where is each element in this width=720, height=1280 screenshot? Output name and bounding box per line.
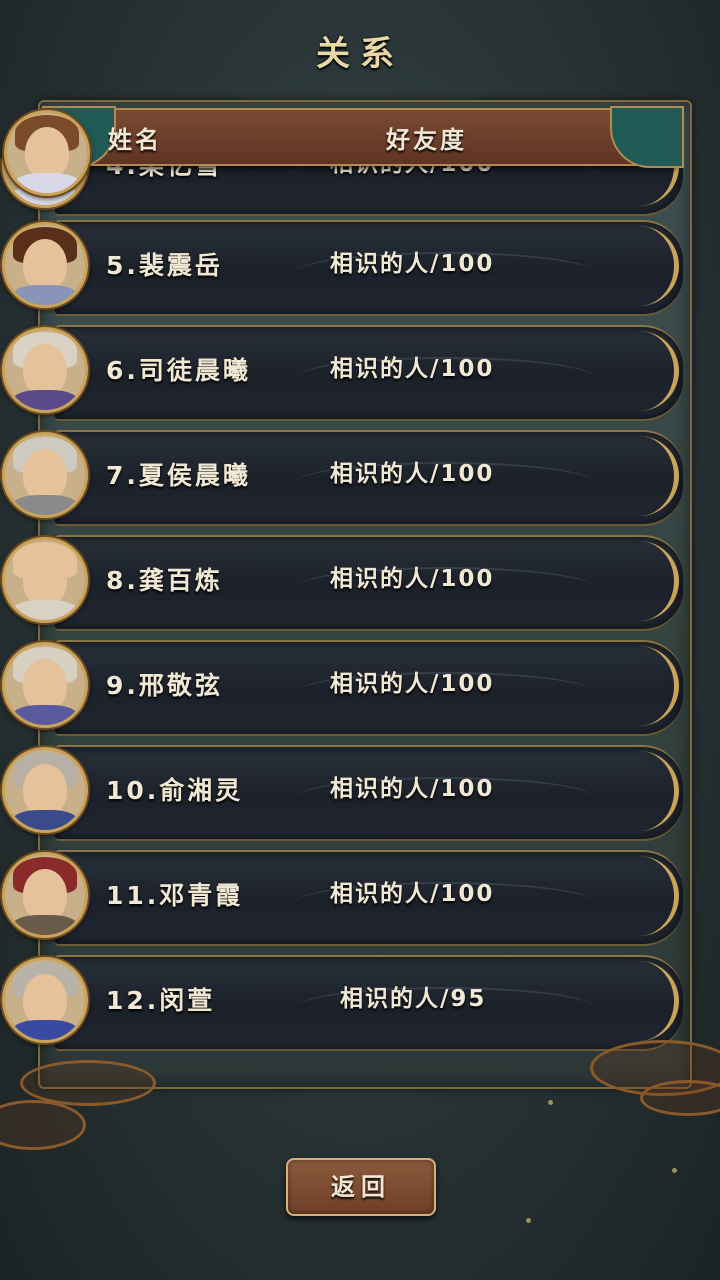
list-header: 姓名 好友度: [42, 106, 684, 168]
list-item[interactable]: 4.梁忆雪 相识的人/100: [0, 158, 720, 216]
cloth: [11, 1020, 79, 1040]
cloud-ornament-right-2: [640, 1080, 720, 1116]
character-name: 8.龚百炼: [106, 566, 223, 595]
character-name: 5.裴震岳: [106, 251, 223, 280]
cloth: [11, 390, 79, 410]
back-button[interactable]: 返回: [286, 1158, 436, 1216]
cloth: [11, 810, 79, 830]
friendship-value: 相识的人/100: [330, 566, 495, 592]
cloud-ornament-left: [20, 1060, 156, 1106]
sparkle: [526, 1218, 531, 1223]
column-header-name: 姓名: [108, 126, 162, 154]
list-item[interactable]: 10.俞湘灵 相识的人/100: [0, 741, 720, 841]
cloth: [11, 915, 79, 935]
list-item[interactable]: 11.邓青霞 相识的人/100: [0, 846, 720, 946]
friendship-value: 相识的人/100: [330, 671, 495, 697]
character-name: 6.司徒晨曦: [106, 356, 251, 385]
portrait-avatar: [2, 852, 88, 938]
character-list[interactable]: 4.梁忆雪 相识的人/100 5.裴震岳 相识的人/100 6.司徒晨曦 相识的…: [0, 158, 720, 1058]
friendship-value: 相识的人/100: [330, 251, 495, 277]
column-header-friendship: 好友度: [386, 126, 467, 154]
friendship-value: 相识的人/100: [330, 461, 495, 487]
portrait-avatar: [2, 537, 88, 623]
character-name: 11.邓青霞: [106, 881, 244, 910]
portrait-avatar: [2, 222, 88, 308]
cloth: [11, 600, 79, 620]
portrait-avatar: [2, 747, 88, 833]
portrait-avatar: [2, 957, 88, 1043]
list-item[interactable]: 7.夏侯晨曦 相识的人/100: [0, 426, 720, 526]
friendship-value: 相识的人/95: [340, 986, 487, 1012]
character-name: 9.邢敬弦: [106, 671, 223, 700]
cloth: [11, 705, 79, 725]
portrait-avatar: [2, 327, 88, 413]
character-name: 10.俞湘灵: [106, 776, 244, 805]
portrait-avatar: [2, 432, 88, 518]
character-name: 7.夏侯晨曦: [106, 461, 251, 490]
cloth: [11, 495, 79, 515]
portrait-avatar: [2, 642, 88, 728]
friendship-value: 相识的人/100: [330, 776, 495, 802]
list-item[interactable]: 6.司徒晨曦 相识的人/100: [0, 321, 720, 421]
friendship-value: 相识的人/100: [330, 356, 495, 382]
list-item[interactable]: 12.闵萱 相识的人/95: [0, 951, 720, 1051]
list-item[interactable]: 8.龚百炼 相识的人/100: [0, 531, 720, 631]
sparkle: [548, 1100, 553, 1105]
sparkle: [672, 1168, 677, 1173]
page-title: 关系: [316, 34, 404, 74]
list-item[interactable]: 5.裴震岳 相识的人/100: [0, 216, 720, 316]
friendship-value: 相识的人/100: [330, 881, 495, 907]
list-item[interactable]: 9.邢敬弦 相识的人/100: [0, 636, 720, 736]
first-row-portrait: [2, 110, 90, 196]
header-ornament-right: [610, 106, 684, 168]
portrait-avatar: [4, 110, 90, 196]
cloth: [11, 285, 79, 305]
character-name: 12.闵萱: [106, 986, 216, 1015]
cloud-ornament-left-2: [0, 1100, 86, 1150]
